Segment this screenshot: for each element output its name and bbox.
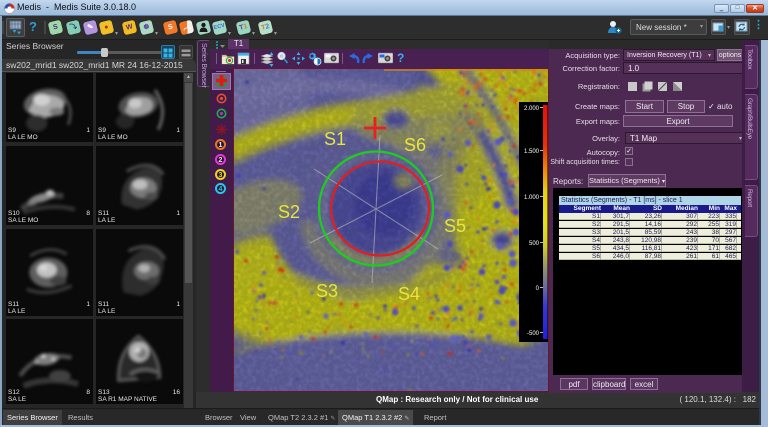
svg-text:S4: S4 <box>398 284 420 304</box>
svg-text:S5: S5 <box>444 216 466 236</box>
svg-text:500: 500 <box>529 241 540 247</box>
svg-text:-500: -500 <box>527 331 540 337</box>
svg-text:S2: S2 <box>278 202 300 222</box>
svg-text:S6: S6 <box>404 135 426 155</box>
svg-text:1.000: 1.000 <box>524 195 540 201</box>
svg-text:S1: S1 <box>324 129 346 149</box>
svg-text:S3: S3 <box>316 281 338 301</box>
